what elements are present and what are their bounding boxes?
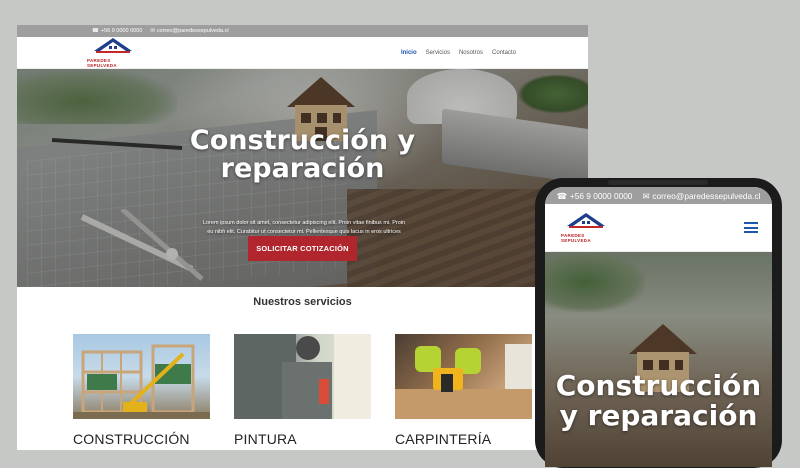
top-info-bar: ☎ +56 9 0000 0000 ✉ correo@paredessepulv… xyxy=(17,25,588,37)
service-image-carpinteria xyxy=(395,334,532,419)
mobile-device-frame: ☎ +56 9 0000 0000 ✉ correo@paredessepulv… xyxy=(535,178,782,468)
mobile-logo-text: PAREDES SEPULVEDA xyxy=(561,233,591,243)
service-image-pintura xyxy=(234,334,371,419)
mobile-hero-title-line1: Construcción xyxy=(555,369,762,402)
email-text: correo@paredessepulveda.cl xyxy=(156,28,229,34)
mobile-phone-contact[interactable]: ☎ +56 9 0000 0000 xyxy=(557,191,633,201)
hero-title: Construcción y reparación xyxy=(17,127,588,183)
main-nav: Inicio Servicios Nosotros Contacto xyxy=(401,50,516,56)
service-card-construccion[interactable]: CONSTRUCCIÓN xyxy=(73,334,210,447)
logo[interactable]: PAREDES SEPULVEDA xyxy=(87,37,139,68)
mobile-email-contact[interactable]: ✉ correo@paredessepulveda.cl xyxy=(642,191,760,201)
logo-house-icon xyxy=(567,213,605,228)
mobile-hero-title: Construcción y reparación xyxy=(545,371,772,431)
nav-item-contacto[interactable]: Contacto xyxy=(492,50,516,56)
logo-house-icon xyxy=(94,38,132,53)
service-label-carpinteria: CARPINTERÍA xyxy=(395,431,492,447)
phone-contact[interactable]: ☎ +56 9 0000 0000 xyxy=(92,28,142,34)
service-image-construccion xyxy=(73,334,210,419)
request-quote-button[interactable]: SOLICITAR COTIZACIÓN xyxy=(248,236,357,261)
site-header: PAREDES SEPULVEDA Inicio Servicios Nosot… xyxy=(17,37,588,69)
mobile-header: PAREDES SEPULVEDA xyxy=(545,204,772,252)
mobile-email-text: correo@paredessepulveda.cl xyxy=(652,190,761,201)
nav-item-nosotros[interactable]: Nosotros xyxy=(459,50,483,56)
services-title: Nuestros servicios xyxy=(253,296,352,308)
mobile-phone-text: +56 9 0000 0000 xyxy=(569,190,633,201)
phone-icon: ☎ xyxy=(92,28,99,34)
nav-item-inicio[interactable]: Inicio xyxy=(401,50,417,56)
mobile-logo[interactable]: PAREDES SEPULVEDA xyxy=(561,212,611,243)
phone-icon: ☎ xyxy=(556,190,567,201)
mobile-hero-section: Construcción y reparación xyxy=(545,252,772,467)
service-label-construccion: CONSTRUCCIÓN xyxy=(73,431,190,447)
phone-text: +56 9 0000 0000 xyxy=(100,28,143,34)
email-contact[interactable]: ✉ correo@paredessepulveda.cl xyxy=(150,28,228,34)
mobile-screen: ☎ +56 9 0000 0000 ✉ correo@paredessepulv… xyxy=(545,187,772,467)
mobile-hero-title-line2: y reparación xyxy=(559,399,758,432)
nav-item-servicios[interactable]: Servicios xyxy=(426,50,450,56)
hero-title-line1: Construcción y xyxy=(189,125,416,156)
hamburger-menu-icon[interactable] xyxy=(744,222,758,233)
mobile-top-info-bar: ☎ +56 9 0000 0000 ✉ correo@paredessepulv… xyxy=(545,187,772,204)
carpentry-graphic xyxy=(395,344,532,419)
desktop-site-preview: ☎ +56 9 0000 0000 ✉ correo@paredessepulv… xyxy=(17,25,588,450)
hero-title-line2: reparación xyxy=(220,153,385,184)
mail-icon: ✉ xyxy=(150,28,155,34)
construction-frame-graphic xyxy=(73,344,210,419)
service-label-pintura: PINTURA xyxy=(234,431,297,447)
mail-icon: ✉ xyxy=(642,190,650,201)
painter-graphic xyxy=(234,334,371,419)
phone-notch xyxy=(608,180,708,185)
service-card-carpinteria[interactable]: CARPINTERÍA xyxy=(395,334,532,447)
logo-text: PAREDES SEPULVEDA xyxy=(87,58,117,68)
service-card-pintura[interactable]: PINTURA xyxy=(234,334,371,447)
mobile-hero-overlay xyxy=(545,252,772,467)
